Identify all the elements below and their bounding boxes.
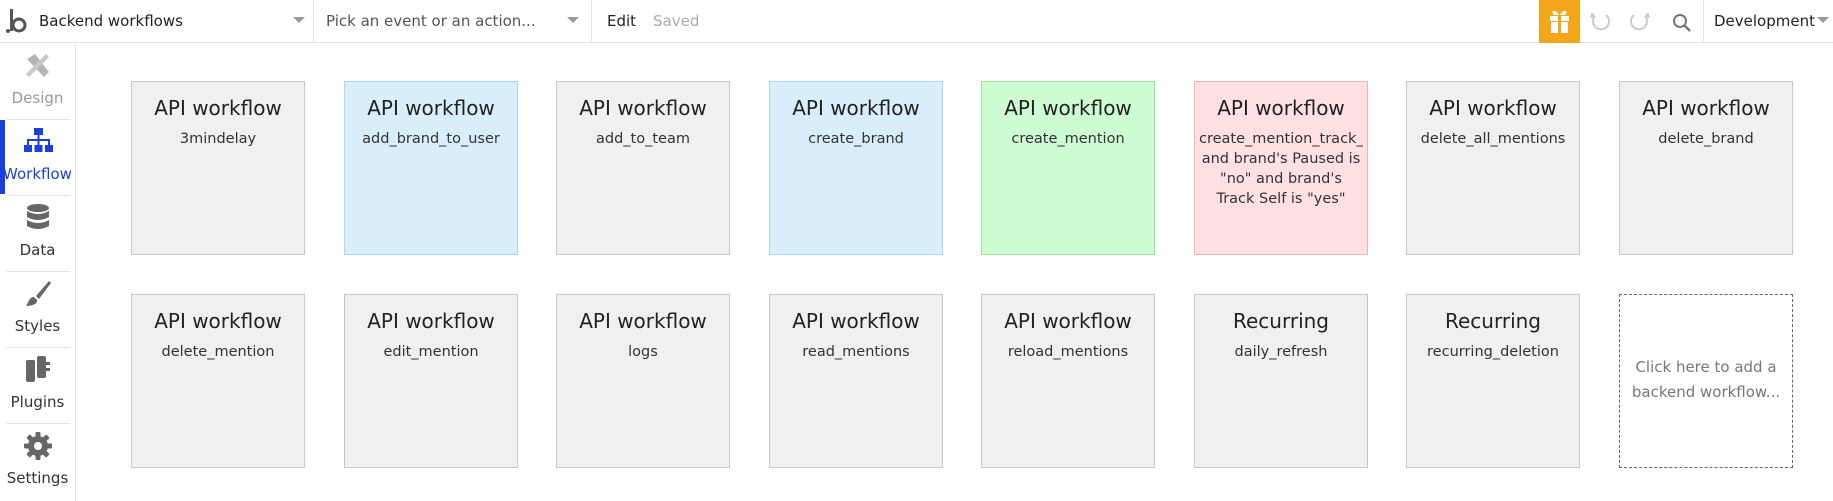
workflow-card[interactable]: API workflow create_mention: [981, 81, 1155, 255]
workflow-name: logs: [628, 344, 658, 360]
add-backend-workflow-button[interactable]: Click here to add a backend workflow...: [1619, 294, 1793, 468]
sidebar-item-styles[interactable]: Styles: [0, 272, 75, 346]
sidebar-item-label: Design: [11, 89, 64, 107]
sidebar-item-label: Data: [19, 241, 56, 259]
workflow-type: API workflow: [1004, 96, 1132, 120]
gift-button[interactable]: [1539, 0, 1580, 43]
edit-menu[interactable]: Edit: [607, 12, 636, 30]
page-selector-value: Backend workflows: [39, 12, 183, 30]
workflow-type: API workflow: [792, 96, 920, 120]
workflow-type: API workflow: [154, 309, 282, 333]
environment-dropdown[interactable]: Development: [1703, 0, 1833, 43]
design-icon: [26, 54, 49, 77]
sidebar-item-label: Plugins: [10, 393, 65, 411]
chevron-down-icon: [1817, 17, 1829, 23]
workflow-card[interactable]: API workflow reload_mentions: [981, 294, 1155, 468]
workflow-name: daily_refresh: [1234, 344, 1328, 360]
workflow-type: Recurring: [1445, 309, 1541, 333]
paintbrush-icon: [26, 281, 51, 306]
save-status: Saved: [653, 12, 700, 30]
top-toolbar: Backend workflows Pick an event or an ac…: [0, 0, 1833, 43]
workflow-canvas[interactable]: API workflow 3mindelay API workflow add_…: [77, 44, 1833, 501]
sidebar-item-settings[interactable]: Settings: [0, 424, 75, 498]
gear-icon: [24, 432, 52, 460]
workflow-card[interactable]: API workflow delete_mention: [131, 294, 305, 468]
search-icon: [1673, 14, 1691, 32]
workflow-name: create_mention: [1011, 131, 1125, 147]
workflow-type: API workflow: [579, 96, 707, 120]
event-action-dropdown[interactable]: Pick an event or an action...: [315, 0, 592, 43]
event-action-placeholder: Pick an event or an action...: [326, 12, 536, 30]
workflow-card[interactable]: API workflow read_mentions: [769, 294, 943, 468]
workflow-type: API workflow: [1429, 96, 1557, 120]
sidebar-item-data[interactable]: Data: [0, 196, 75, 270]
workflow-card[interactable]: API workflow create_brand: [769, 81, 943, 255]
environment-value: Development: [1714, 12, 1815, 30]
chevron-down-icon: [567, 17, 579, 23]
workflow-name: delete_all_mentions: [1420, 131, 1566, 147]
sidebar-item-design[interactable]: Design: [0, 44, 75, 118]
sidebar-item-label: Styles: [14, 317, 61, 335]
workflow-type: Recurring: [1233, 309, 1329, 333]
redo-button[interactable]: [1622, 8, 1658, 36]
workflow-card[interactable]: API workflow edit_mention: [344, 294, 518, 468]
workflow-name: delete_brand: [1658, 131, 1754, 147]
workflow-name: read_mentions: [802, 344, 910, 360]
workflow-card[interactable]: API workflow logs: [556, 294, 730, 468]
workflow-condition: and brand's Paused is "no" and brand's T…: [1201, 151, 1361, 207]
undo-icon: [1590, 12, 1611, 31]
workflow-name: create_mention_track_se: [1199, 131, 1363, 147]
workflow-type: API workflow: [1217, 96, 1345, 120]
search-button[interactable]: [1664, 8, 1700, 36]
workflow-name: reload_mentions: [1007, 344, 1129, 360]
sidebar-item-plugins[interactable]: Plugins: [0, 348, 75, 422]
workflow-icon: [24, 128, 53, 152]
plugins-icon: [26, 356, 50, 382]
workflow-name: delete_mention: [161, 344, 275, 360]
workflow-type: API workflow: [367, 309, 495, 333]
workflow-type: API workflow: [1642, 96, 1770, 120]
workflow-name: recurring_deletion: [1427, 344, 1559, 360]
page-selector-dropdown[interactable]: Backend workflows: [32, 0, 314, 43]
workflow-type: API workflow: [579, 309, 707, 333]
workflow-card[interactable]: API workflow add_to_team: [556, 81, 730, 255]
workflow-card[interactable]: Recurring daily_refresh: [1194, 294, 1368, 468]
chevron-down-icon: [293, 17, 305, 23]
sidebar-item-label: Workflow: [3, 165, 72, 183]
left-sidebar: Design Workflow Data Styles Plugins Sett…: [0, 44, 76, 501]
workflow-name: create_brand: [808, 131, 904, 147]
redo-icon: [1629, 12, 1650, 31]
workflow-card[interactable]: API workflow create_mention_track_se and…: [1194, 81, 1368, 255]
bubble-logo-icon[interactable]: [4, 6, 32, 36]
workflow-name: add_brand_to_user: [362, 131, 500, 147]
data-icon: [27, 204, 49, 229]
workflow-name: 3mindelay: [179, 131, 257, 147]
workflow-type: API workflow: [154, 96, 282, 120]
workflow-card[interactable]: API workflow delete_brand: [1619, 81, 1793, 255]
workflow-name: add_to_team: [596, 131, 690, 147]
workflow-name: edit_mention: [383, 344, 479, 360]
workflow-type: API workflow: [367, 96, 495, 120]
workflow-type: API workflow: [792, 309, 920, 333]
undo-button[interactable]: [1582, 8, 1618, 36]
workflow-card[interactable]: Recurring recurring_deletion: [1406, 294, 1580, 468]
sidebar-item-label: Settings: [6, 469, 69, 487]
add-workflow-label: Click here to add a backend workflow...: [1631, 358, 1781, 401]
workflow-card[interactable]: API workflow 3mindelay: [131, 81, 305, 255]
workflow-card[interactable]: API workflow add_brand_to_user: [344, 81, 518, 255]
sidebar-item-workflow[interactable]: Workflow: [0, 120, 75, 194]
workflow-type: API workflow: [1004, 309, 1132, 333]
gift-icon: [1550, 10, 1569, 33]
workflow-card[interactable]: API workflow delete_all_mentions: [1406, 81, 1580, 255]
